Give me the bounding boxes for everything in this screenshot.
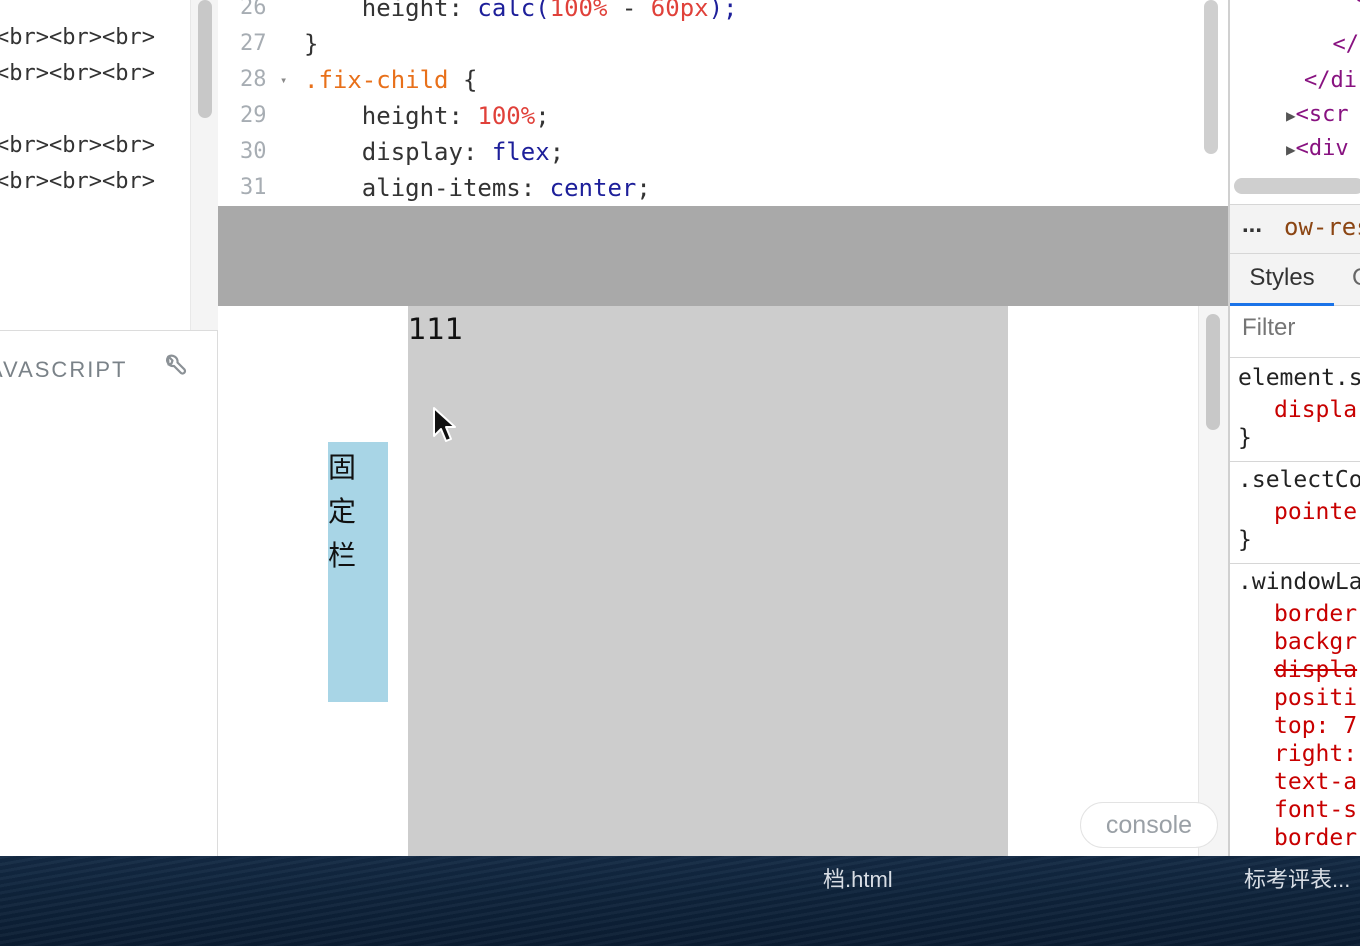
- dom-node[interactable]: <: [1330, 0, 1360, 18]
- devtools-tabs: Styles C: [1230, 254, 1360, 306]
- wrench-icon[interactable]: [160, 353, 188, 381]
- tab-computed[interactable]: C: [1352, 254, 1360, 302]
- css-code-line: height: 100%;: [304, 102, 550, 130]
- css-editor-panel[interactable]: 26 height: calc(100% - 60px); 27 } 28 ▾ …: [218, 0, 1228, 206]
- breadcrumb-more[interactable]: ...: [1242, 211, 1262, 239]
- js-panel: AVASCRIPT: [0, 330, 218, 856]
- dom-node[interactable]: </di: [1304, 64, 1357, 98]
- fixed-bar-label: 固定栏: [328, 451, 357, 572]
- breadcrumb-item[interactable]: ow-resu: [1284, 213, 1360, 241]
- rule-property[interactable]: right:: [1274, 740, 1357, 768]
- rule-brace: }: [1238, 425, 1252, 451]
- tab-styles[interactable]: Styles: [1230, 254, 1334, 306]
- rule-selector[interactable]: .selectCo: [1238, 466, 1360, 494]
- content-text: 111: [408, 312, 464, 346]
- result-preview[interactable]: 111 固定栏: [218, 306, 1198, 856]
- dom-tree-hscrollbar[interactable]: [1234, 178, 1360, 194]
- devtools-breadcrumb: ... ow-resu: [1230, 204, 1360, 254]
- rule-selector[interactable]: .windowLa: [1238, 568, 1360, 596]
- line-number: 31: [240, 175, 267, 200]
- html-code-line: <br><br><br>: [0, 25, 155, 50]
- dom-node[interactable]: </: [1306, 28, 1359, 62]
- html-editor-scrollbar[interactable]: [190, 0, 218, 330]
- desktop-taskbar: 档.html 标考评表...: [0, 856, 1360, 946]
- js-panel-label: AVASCRIPT: [0, 357, 128, 382]
- css-code-line: height: calc(100% - 60px);: [304, 0, 738, 22]
- styles-filter-input[interactable]: [1242, 314, 1360, 342]
- html-editor-scroll-thumb[interactable]: [198, 0, 212, 118]
- css-code-line: .fix-child {: [304, 66, 478, 94]
- rule-property[interactable]: font-s: [1274, 796, 1357, 824]
- rule-property[interactable]: text-a: [1274, 768, 1357, 796]
- result-scrollbar[interactable]: [1198, 306, 1228, 856]
- rule-property[interactable]: displa: [1274, 396, 1357, 424]
- fixed-header-block: [218, 206, 1228, 306]
- css-editor-scroll-thumb[interactable]: [1204, 0, 1218, 154]
- line-number: 26: [240, 0, 267, 20]
- expand-triangle-icon[interactable]: ▶: [1286, 140, 1296, 159]
- rule-brace: }: [1238, 527, 1252, 553]
- dom-node[interactable]: ▶<scr: [1286, 98, 1349, 133]
- line-number: 27: [240, 31, 267, 56]
- css-code-line: display: flex;: [304, 138, 565, 166]
- html-editor-panel[interactable]: <br><br><br> <br><br><br> <br><br><br> <…: [0, 0, 190, 330]
- dom-node[interactable]: ▶<div: [1286, 132, 1349, 167]
- taskbar-doc-title[interactable]: 标考评表...: [1244, 862, 1350, 894]
- taskbar-file-title[interactable]: 档.html: [823, 862, 893, 894]
- rule-property[interactable]: pointe: [1274, 498, 1357, 526]
- expand-triangle-icon[interactable]: ▶: [1286, 106, 1296, 125]
- rule-property[interactable]: border: [1274, 824, 1357, 852]
- rule-property-overridden[interactable]: displa: [1274, 656, 1357, 684]
- styles-filter-bar: [1230, 306, 1360, 358]
- rule-selector[interactable]: element.s: [1238, 364, 1360, 392]
- rule-property[interactable]: top: 7: [1274, 712, 1357, 740]
- line-number: 29: [240, 103, 267, 128]
- console-button[interactable]: console: [1080, 802, 1218, 848]
- style-rule: .selectCo pointe }: [1230, 462, 1360, 564]
- result-scroll-thumb[interactable]: [1206, 314, 1220, 430]
- line-number: 30: [240, 139, 267, 164]
- style-rule: element.s displa }: [1230, 358, 1360, 462]
- mouse-pointer-icon: [433, 407, 456, 442]
- scroll-content-area: 111: [408, 306, 1008, 856]
- fixed-sidebar-bar: 固定栏: [328, 442, 388, 702]
- style-rule: .windowLa border backgr displa positi to…: [1230, 564, 1360, 856]
- css-code-line: align-items: center;: [304, 174, 651, 202]
- rule-property[interactable]: border: [1274, 600, 1357, 628]
- html-code-line: <br><br><br>: [0, 169, 155, 194]
- html-code-line: <br><br><br>: [0, 61, 155, 86]
- devtools-panel: < </ </di ▶<scr ▶<div ... ow-resu Styles…: [1228, 0, 1360, 856]
- css-code-line: }: [304, 30, 319, 58]
- fold-toggle-icon[interactable]: ▾: [280, 62, 287, 98]
- rule-property[interactable]: positi: [1274, 684, 1357, 712]
- html-code-line: <br><br><br>: [0, 133, 155, 158]
- rule-property[interactable]: backgr: [1274, 628, 1357, 656]
